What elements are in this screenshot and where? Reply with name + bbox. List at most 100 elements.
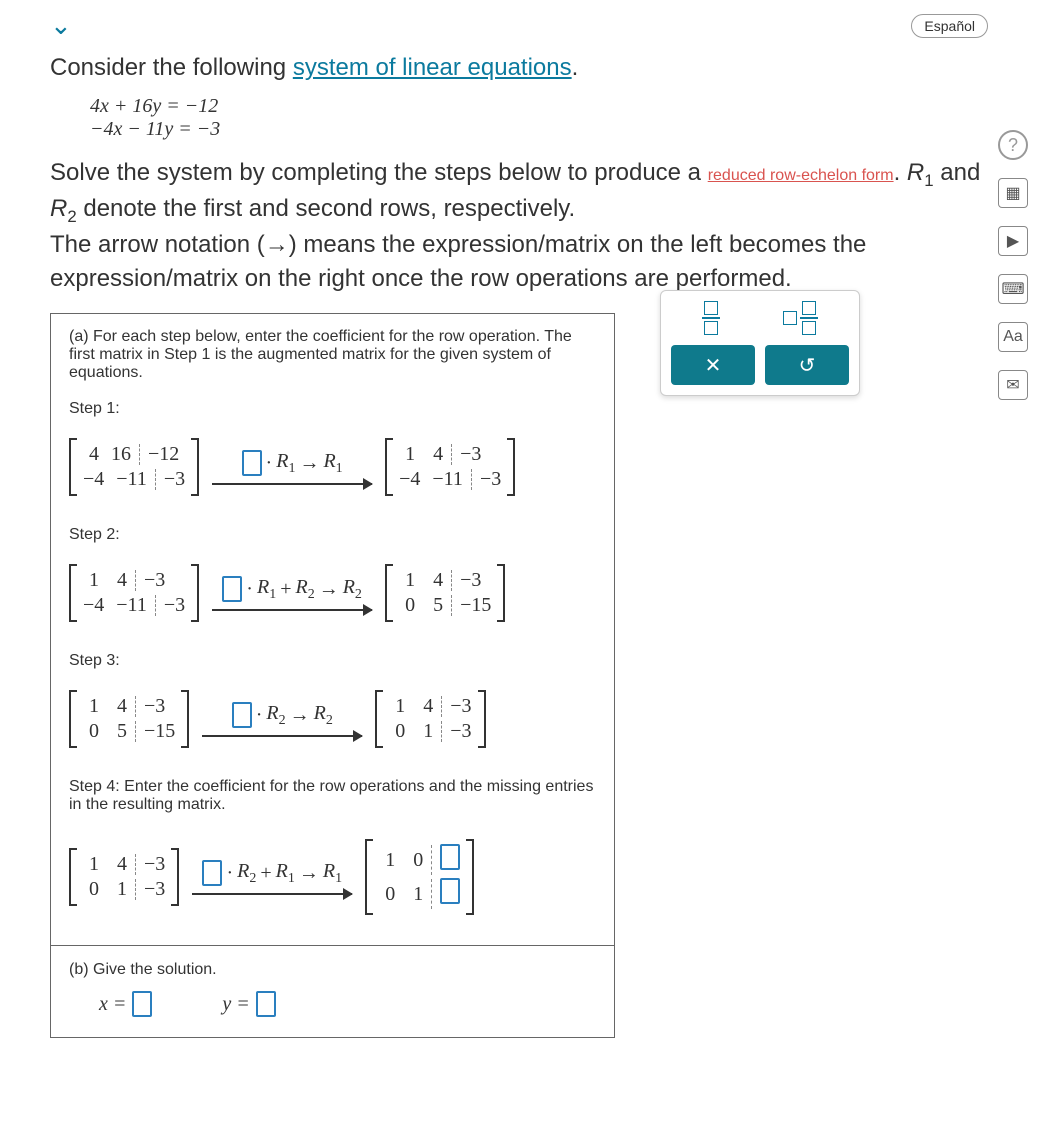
step1-row: 416−12 −4−11−3 · R1 → R1 14−3 [69,438,596,496]
arrow-icon: → [299,862,319,885]
intro-prefix: Consider the following [50,54,293,81]
side-rail: ? ▦ ▶ ⌨ Aa ✉ [998,130,1028,400]
solve-p4: denote the first and second rows, respec… [77,195,575,222]
result-input-1[interactable] [440,844,460,870]
cell: −3 [138,877,171,902]
arrow-icon: → [319,578,339,601]
help-icon[interactable]: ? [998,130,1028,160]
play-icon[interactable]: ▶ [998,226,1028,256]
part-b-desc: (b) Give the solution. [69,961,596,979]
r: R [343,576,355,598]
cell: −4 [77,593,110,618]
y-input[interactable] [256,991,276,1017]
cell: 1 [411,719,439,744]
sub: 1 [288,461,295,476]
solution-x: x = [99,991,152,1017]
equation-2: −4x − 11y = −3 [90,118,988,141]
sub: 1 [288,871,295,886]
op2-expr: · R1 + R2 → R2 [222,576,362,603]
keyboard-icon[interactable]: ⌨ [998,274,1028,304]
part-a-desc: (a) For each step below, enter the coeff… [69,328,596,382]
cell: 1 [383,694,411,719]
result-input-2[interactable] [440,878,460,904]
coef-input-2[interactable] [222,576,242,602]
y-label: y = [222,993,249,1016]
cell: 1 [105,877,133,902]
cell: −11 [426,467,469,492]
cell: −12 [142,442,185,467]
fraction-tool[interactable] [702,301,720,335]
clear-button[interactable]: ✕ [671,345,755,385]
cell: 16 [105,442,137,467]
cell: −4 [77,467,110,492]
dot: · [256,704,263,727]
step4-label: Step 4: Enter the coefficient for the ro… [69,778,596,814]
r: R [276,450,288,472]
arrow-icon: → [299,452,319,475]
dot: · [246,578,253,601]
cell: 1 [77,852,105,877]
coef-input-4[interactable] [202,860,222,886]
sub: 1 [335,871,342,886]
rref-link[interactable]: reduced row-echelon form [708,167,894,184]
step1-label: Step 1: [69,400,596,418]
step2-row: 1 4 −3 −4−11−3 · R1 + R2 → R2 [69,564,596,622]
r: R [266,702,278,724]
r: R [323,450,335,472]
long-arrow-icon [192,893,352,895]
dot: · [266,452,273,475]
cell: 1 [77,694,105,719]
cell: −3 [444,719,477,744]
arrow-icon: → [290,704,310,727]
intro-text: Consider the following system of linear … [50,51,988,85]
calculator-icon[interactable]: ▦ [998,178,1028,208]
coef-input-3[interactable] [232,702,252,728]
text-size-icon[interactable]: Aa [998,322,1028,352]
mail-icon[interactable]: ✉ [998,370,1028,400]
cell: 5 [105,719,133,744]
solve-p2: . [894,159,907,186]
matrix-3a: 14−3 05−15 [69,690,189,748]
mixed-fraction-tool[interactable] [783,301,818,335]
step3-label: Step 3: [69,652,596,670]
cell: −15 [138,719,181,744]
cell: 0 [401,848,429,873]
cell: −15 [454,593,497,618]
equation-block: 4x + 16y = −12 −4x − 11y = −3 [90,95,988,141]
x-input[interactable] [132,991,152,1017]
language-button[interactable]: Español [911,14,988,38]
matrix-2b: 14−3 05−15 [385,564,505,622]
cell: −3 [158,593,191,618]
cell: 5 [421,593,449,618]
cell: 1 [77,568,105,593]
cell: 1 [401,882,429,907]
cell: −3 [138,852,171,877]
cell: 0 [383,719,411,744]
reset-button[interactable]: ↺ [765,345,849,385]
cell: −3 [158,467,191,492]
chevron-down-icon[interactable]: ⌄ [50,10,72,41]
cell: −3 [138,694,171,719]
sub: 2 [249,871,256,886]
cell: 0 [393,593,421,618]
cell: −4 [393,467,426,492]
solve-p3: and [934,159,981,186]
matrix-4a: 14−3 01−3 [69,848,179,906]
cell: 0 [77,877,105,902]
cell: −3 [138,568,171,593]
r: R [314,702,326,724]
cell: −11 [110,467,153,492]
solve-instructions: Solve the system by completing the steps… [50,156,988,296]
cell: 1 [393,442,421,467]
op3-expr: · R2 → R2 [232,702,333,729]
step2-label: Step 2: [69,526,596,544]
cell: 4 [421,568,449,593]
op4-expr: · R2 + R1 → R1 [202,860,342,887]
matrix-3b: 14−3 01−3 [375,690,485,748]
r: R [295,576,307,598]
system-link[interactable]: system of linear equations [293,54,572,81]
long-arrow-icon [202,735,362,737]
coef-input-1[interactable] [242,450,262,476]
cell: −11 [110,593,153,618]
r: R [257,576,269,598]
